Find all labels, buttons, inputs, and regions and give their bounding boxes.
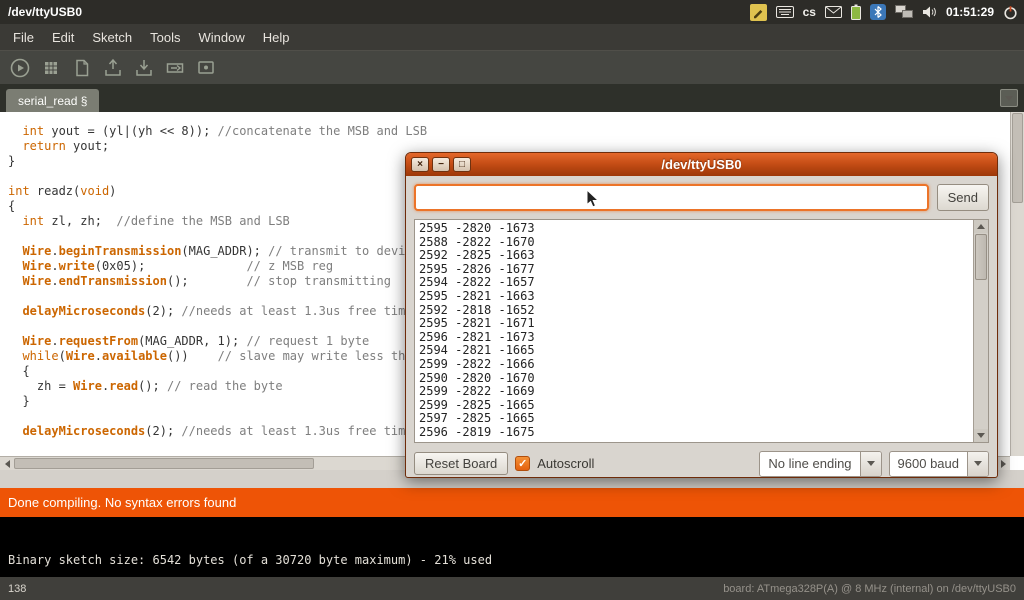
menubar-items: FileEditSketchToolsWindowHelp bbox=[0, 24, 1024, 50]
dropdown-arrow-button[interactable] bbox=[967, 452, 988, 476]
volume-icon[interactable] bbox=[922, 5, 937, 19]
session-menu-icon[interactable] bbox=[1003, 5, 1018, 20]
line-ending-value: No line ending bbox=[760, 452, 859, 476]
battery-icon[interactable] bbox=[851, 4, 861, 20]
mail-icon[interactable] bbox=[825, 6, 842, 18]
serial-line: 2597 -2825 -1665 bbox=[419, 412, 969, 426]
serial-output-scrollbar[interactable] bbox=[973, 220, 988, 442]
serial-monitor-window: × − □ /dev/ttyUSB0 Send 2595 -2820 -1673… bbox=[405, 152, 998, 478]
serial-line: 2588 -2822 -1670 bbox=[419, 236, 969, 250]
chevron-down-icon bbox=[867, 461, 875, 466]
line-ending-dropdown[interactable]: No line ending bbox=[759, 451, 881, 477]
line-number-indicator: 138 bbox=[8, 583, 26, 595]
dropdown-arrow-button[interactable] bbox=[860, 452, 881, 476]
chevron-down-icon bbox=[1005, 96, 1013, 101]
serial-line: 2595 -2826 -1677 bbox=[419, 263, 969, 277]
triangle-up-icon bbox=[977, 224, 985, 229]
serial-options-row: Reset Board ✓ Autoscroll No line ending … bbox=[414, 451, 989, 477]
verify-button[interactable] bbox=[8, 56, 32, 80]
serial-line: 2599 -2825 -1665 bbox=[419, 399, 969, 413]
code-line: int yout = (yl|(yh << 8)); //concatenate… bbox=[8, 124, 1010, 139]
menu-window[interactable]: Window bbox=[189, 26, 253, 49]
serial-line: 2592 -2825 -1663 bbox=[419, 249, 969, 263]
tab-serial-read[interactable]: serial_read § bbox=[6, 89, 99, 112]
send-button[interactable]: Send bbox=[937, 184, 989, 211]
keyboard-layout-icon[interactable] bbox=[776, 6, 794, 18]
serial-line: 2592 -2818 -1652 bbox=[419, 304, 969, 318]
build-console: Binary sketch size: 6542 bytes (of a 307… bbox=[0, 517, 1024, 577]
scroll-down-button[interactable] bbox=[974, 429, 988, 442]
serial-input[interactable] bbox=[414, 184, 929, 211]
top-panel: /dev/ttyUSB0 cs 01:51:29 bbox=[0, 0, 1024, 24]
menu-help[interactable]: Help bbox=[254, 26, 299, 49]
autoscroll-label: Autoscroll bbox=[537, 456, 594, 471]
maximize-button[interactable]: □ bbox=[453, 157, 471, 172]
serial-send-row: Send bbox=[414, 184, 989, 211]
scrollbar-thumb[interactable] bbox=[975, 234, 987, 280]
triangle-left-icon bbox=[5, 460, 10, 468]
serial-line: 2599 -2822 -1669 bbox=[419, 385, 969, 399]
status-bar: Done compiling. No syntax errors found bbox=[0, 488, 1024, 517]
scroll-up-button[interactable] bbox=[974, 220, 988, 233]
tab-menu-button[interactable] bbox=[1000, 89, 1018, 107]
triangle-down-icon bbox=[977, 433, 985, 438]
console-output: Binary sketch size: 6542 bytes (of a 307… bbox=[8, 553, 492, 567]
stop-button[interactable] bbox=[39, 56, 63, 80]
serial-window-title: /dev/ttyUSB0 bbox=[406, 157, 997, 172]
menu-file[interactable]: File bbox=[4, 26, 43, 49]
serial-output-area[interactable]: 2595 -2820 -16732588 -2822 -16702592 -28… bbox=[414, 219, 989, 443]
serial-line: 2596 -2821 -1673 bbox=[419, 331, 969, 345]
menu-sketch[interactable]: Sketch bbox=[83, 26, 141, 49]
system-tray: cs 01:51:29 bbox=[750, 4, 1018, 21]
clock[interactable]: 01:51:29 bbox=[946, 5, 994, 19]
serial-monitor-button[interactable] bbox=[194, 56, 218, 80]
reset-board-button[interactable]: Reset Board bbox=[414, 452, 508, 475]
open-button[interactable] bbox=[101, 56, 125, 80]
editor-vertical-scrollbar[interactable] bbox=[1010, 112, 1024, 456]
baud-rate-value: 9600 baud bbox=[890, 452, 967, 476]
save-button[interactable] bbox=[132, 56, 156, 80]
autoscroll-checkbox[interactable]: ✓ bbox=[515, 456, 530, 471]
status-message: Done compiling. No syntax errors found bbox=[8, 495, 236, 510]
scrollbar-thumb[interactable] bbox=[1012, 113, 1023, 203]
close-button[interactable]: × bbox=[411, 157, 429, 172]
window-controls: × − □ bbox=[411, 157, 471, 172]
board-info: board: ATmega328P(A) @ 8 MHz (internal) … bbox=[723, 583, 1016, 595]
scroll-right-button[interactable] bbox=[996, 457, 1010, 470]
menu-tools[interactable]: Tools bbox=[141, 26, 189, 49]
serial-line: 2594 -2822 -1657 bbox=[419, 276, 969, 290]
chevron-down-icon bbox=[974, 461, 982, 466]
new-button[interactable] bbox=[70, 56, 94, 80]
serial-line: 2594 -2821 -1665 bbox=[419, 344, 969, 358]
menu-edit[interactable]: Edit bbox=[43, 26, 83, 49]
notes-icon[interactable] bbox=[750, 4, 767, 21]
serial-line: 2596 -2819 -1675 bbox=[419, 426, 969, 440]
footer-status-bar: 138 board: ATmega328P(A) @ 8 MHz (intern… bbox=[0, 577, 1024, 600]
keyboard-layout-label[interactable]: cs bbox=[803, 5, 816, 19]
triangle-right-icon bbox=[1001, 460, 1006, 468]
serial-window-titlebar[interactable]: × − □ /dev/ttyUSB0 bbox=[406, 153, 997, 176]
tab-bar: serial_read § bbox=[0, 84, 1024, 112]
baud-rate-dropdown[interactable]: 9600 baud bbox=[889, 451, 989, 477]
active-window-title: /dev/ttyUSB0 bbox=[8, 5, 82, 19]
network-icon[interactable] bbox=[895, 5, 913, 19]
serial-window-body: Send 2595 -2820 -16732588 -2822 -1670259… bbox=[406, 176, 997, 478]
serial-line: 2595 -2821 -1663 bbox=[419, 290, 969, 304]
bluetooth-icon[interactable] bbox=[870, 4, 886, 20]
serial-line: 2590 -2820 -1670 bbox=[419, 372, 969, 386]
serial-line: 2595 -2820 -1673 bbox=[419, 222, 969, 236]
toolbar bbox=[0, 50, 1024, 84]
serial-line: 2595 -2821 -1671 bbox=[419, 317, 969, 331]
serial-line: 2599 -2822 -1666 bbox=[419, 358, 969, 372]
scrollbar-thumb[interactable] bbox=[14, 458, 314, 469]
scroll-left-button[interactable] bbox=[0, 457, 14, 470]
serial-output[interactable]: 2595 -2820 -16732588 -2822 -16702592 -28… bbox=[415, 220, 973, 442]
minimize-button[interactable]: − bbox=[432, 157, 450, 172]
upload-button[interactable] bbox=[163, 56, 187, 80]
